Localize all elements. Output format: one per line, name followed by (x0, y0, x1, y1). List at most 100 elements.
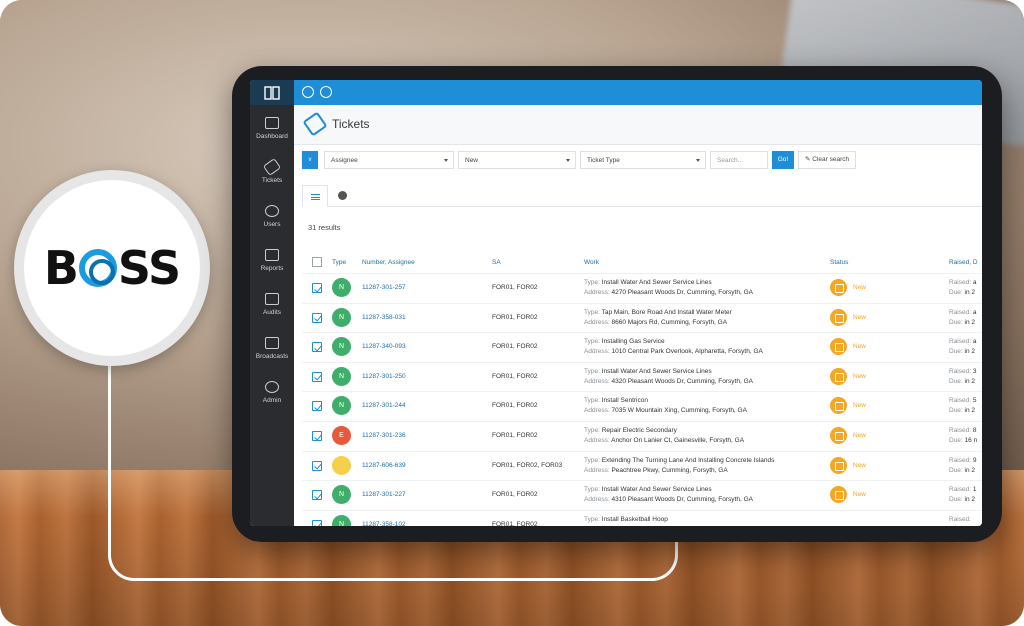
tablet-device: Dashboard Tickets Users Reports Audits B… (232, 66, 1002, 542)
ticket-number-link[interactable]: 11287-358-031 (362, 314, 406, 321)
ticket-number-link[interactable]: 11287-301-250 (362, 373, 406, 380)
column-sa[interactable]: SA (492, 259, 501, 266)
ticket-number-link[interactable]: 11287-301-227 (362, 491, 406, 498)
raised-value: 8 (972, 427, 977, 434)
work-type-label: Type: (584, 456, 600, 464)
logo-disc: B SS (24, 180, 200, 356)
type-avatar: N (332, 337, 351, 357)
raised-due: Raised: (949, 515, 971, 525)
chart-icon (265, 249, 279, 261)
type-avatar: N (332, 485, 351, 505)
sidebar-item-audits[interactable]: Audits (250, 287, 294, 327)
address-value: 4320 Pleasant Woods Dr, Cumming, Forsyth… (611, 377, 753, 385)
table-row[interactable]: N 11287-358-102 FOR01, FOR02 Type: Install … (302, 509, 982, 526)
tab-map-view[interactable] (330, 185, 356, 207)
ticket-type-select[interactable]: Ticket Type (580, 151, 706, 169)
row-checkbox[interactable] (312, 371, 322, 382)
status-icon (830, 367, 847, 385)
work-type-value: Tap Main, Bore Road And Install Water Me… (601, 308, 732, 316)
view-tabs (302, 185, 982, 207)
row-checkbox[interactable] (312, 519, 322, 526)
sa-value: FOR01, FOR02 (492, 284, 538, 291)
sidebar-item-tickets[interactable]: Tickets (250, 155, 294, 195)
boss-logo: B SS (44, 241, 181, 295)
column-number[interactable]: Number, Assignee (362, 259, 415, 266)
list-icon (311, 194, 320, 200)
raised-value: 9 (972, 456, 977, 464)
sidebar-item-label: Admin (262, 397, 282, 404)
status-badge: New (853, 491, 867, 499)
ticket-number-link[interactable]: 11287-301-236 (362, 432, 406, 439)
row-checkbox[interactable] (312, 490, 322, 501)
app-logo-icon[interactable] (250, 80, 294, 105)
work-type-value: Installing Gas Service (601, 338, 665, 346)
sidebar-item-dashboard[interactable]: Dashboard (250, 111, 294, 151)
page-title: Tickets (332, 117, 370, 131)
ticket-number-link[interactable]: 11287-301-257 (362, 284, 406, 291)
back-icon[interactable] (302, 86, 314, 98)
select-all-checkbox[interactable] (312, 257, 322, 267)
sidebar-item-reports[interactable]: Reports (250, 243, 294, 283)
type-avatar: N (332, 396, 351, 416)
sidebar-item-broadcasts[interactable]: Broadcasts (250, 331, 294, 371)
row-checkbox[interactable] (312, 283, 322, 293)
sidebar-item-users[interactable]: Users (250, 199, 294, 239)
status-icon (830, 456, 847, 474)
work-type-value: Install Basketball Hoop (601, 515, 668, 523)
ticket-number-link[interactable]: 11287-358-102 (362, 521, 406, 526)
row-checkbox[interactable] (312, 342, 322, 353)
background-scene: B SS Dashboard Tickets Users Reports Aud… (0, 0, 1024, 626)
table-row[interactable]: N 11287-301-250 FOR01, FOR02 Type: Install … (302, 361, 982, 391)
sidebar-item-admin[interactable]: Admin (250, 375, 294, 415)
table-row[interactable]: 11287-606-639 FOR01, FOR02, FOR03 Type: Ex… (302, 450, 982, 480)
status-select[interactable]: New (458, 151, 576, 169)
address-label: Address: (584, 348, 610, 356)
column-status[interactable]: Status (830, 259, 848, 266)
table-row[interactable]: N 11287-301-244 FOR01, FOR02 Type: Install … (302, 391, 982, 420)
row-checkbox[interactable] (312, 312, 322, 323)
address-value: Anchor On Lanier Ct, Gainesville, Forsyt… (611, 437, 745, 444)
assignee-select[interactable]: Assignee (324, 151, 454, 169)
ticket-number-link[interactable]: 11287-301-244 (362, 402, 406, 409)
row-checkbox[interactable] (312, 431, 322, 441)
refresh-icon[interactable] (320, 86, 332, 98)
work-type-label: Type: (584, 279, 600, 286)
type-avatar: N (332, 307, 351, 327)
sidebar-item-label: Dashboard (256, 133, 288, 140)
status-icon (830, 486, 847, 504)
work-description: Type: Install Sentricon Address: 7035 W M… (584, 396, 747, 416)
clear-search-button[interactable]: ✎ Clear search (798, 151, 856, 169)
due-label: Due: (949, 377, 963, 385)
row-checkbox[interactable] (312, 401, 322, 412)
table-row[interactable]: N 11287-340-093 FOR01, FOR02 Type: Installi… (302, 332, 982, 361)
sidebar-item-label: Users (263, 221, 281, 228)
raised-value: 3 (972, 367, 977, 375)
work-description: Type: Extending The Turning Lane And Ins… (584, 456, 774, 476)
work-type-value: Install Water And Sewer Service Lines (601, 367, 712, 375)
table-row[interactable]: N 11287-301-257 FOR01, FOR02 Type: Install … (302, 273, 982, 302)
go-button[interactable]: Go! (772, 151, 794, 169)
column-type[interactable]: Type (332, 259, 346, 266)
column-work[interactable]: Work (584, 259, 599, 266)
ticket-number-link[interactable]: 11287-340-093 (362, 343, 406, 350)
tab-list-view[interactable] (302, 185, 328, 207)
address-value: 7035 W Mountain Xing, Cumming, Forsyth, … (611, 407, 747, 415)
address-label: Address: (584, 377, 610, 385)
table-row[interactable]: N 11287-358-031 FOR01, FOR02 Type: Tap Main… (302, 302, 982, 332)
filter-toggle-button[interactable]: v (302, 151, 318, 169)
address-label: Address: (584, 466, 610, 474)
table-row[interactable]: E 11287-301-236 FOR01, FOR02 Type: Repair E… (302, 421, 982, 450)
due-value: 16 n (964, 437, 978, 444)
raised-value: a (972, 338, 977, 346)
work-description: Type: Tap Main, Bore Road And Install Wa… (584, 308, 732, 328)
search-input[interactable]: Search... (710, 151, 768, 169)
address-value: 8660 Majors Rd, Cumming, Forsyth, GA (611, 318, 728, 326)
raised-label: Raised: (949, 456, 972, 464)
row-checkbox[interactable] (312, 460, 322, 471)
due-label: Due: (949, 318, 963, 326)
ticket-number-link[interactable]: 11287-606-639 (362, 462, 406, 469)
sa-value: FOR01, FOR02 (492, 372, 538, 380)
table-row[interactable]: N 11287-301-227 FOR01, FOR02 Type: Install … (302, 480, 982, 509)
column-raised[interactable]: Raised, D (949, 259, 978, 266)
status-icon (830, 338, 847, 356)
